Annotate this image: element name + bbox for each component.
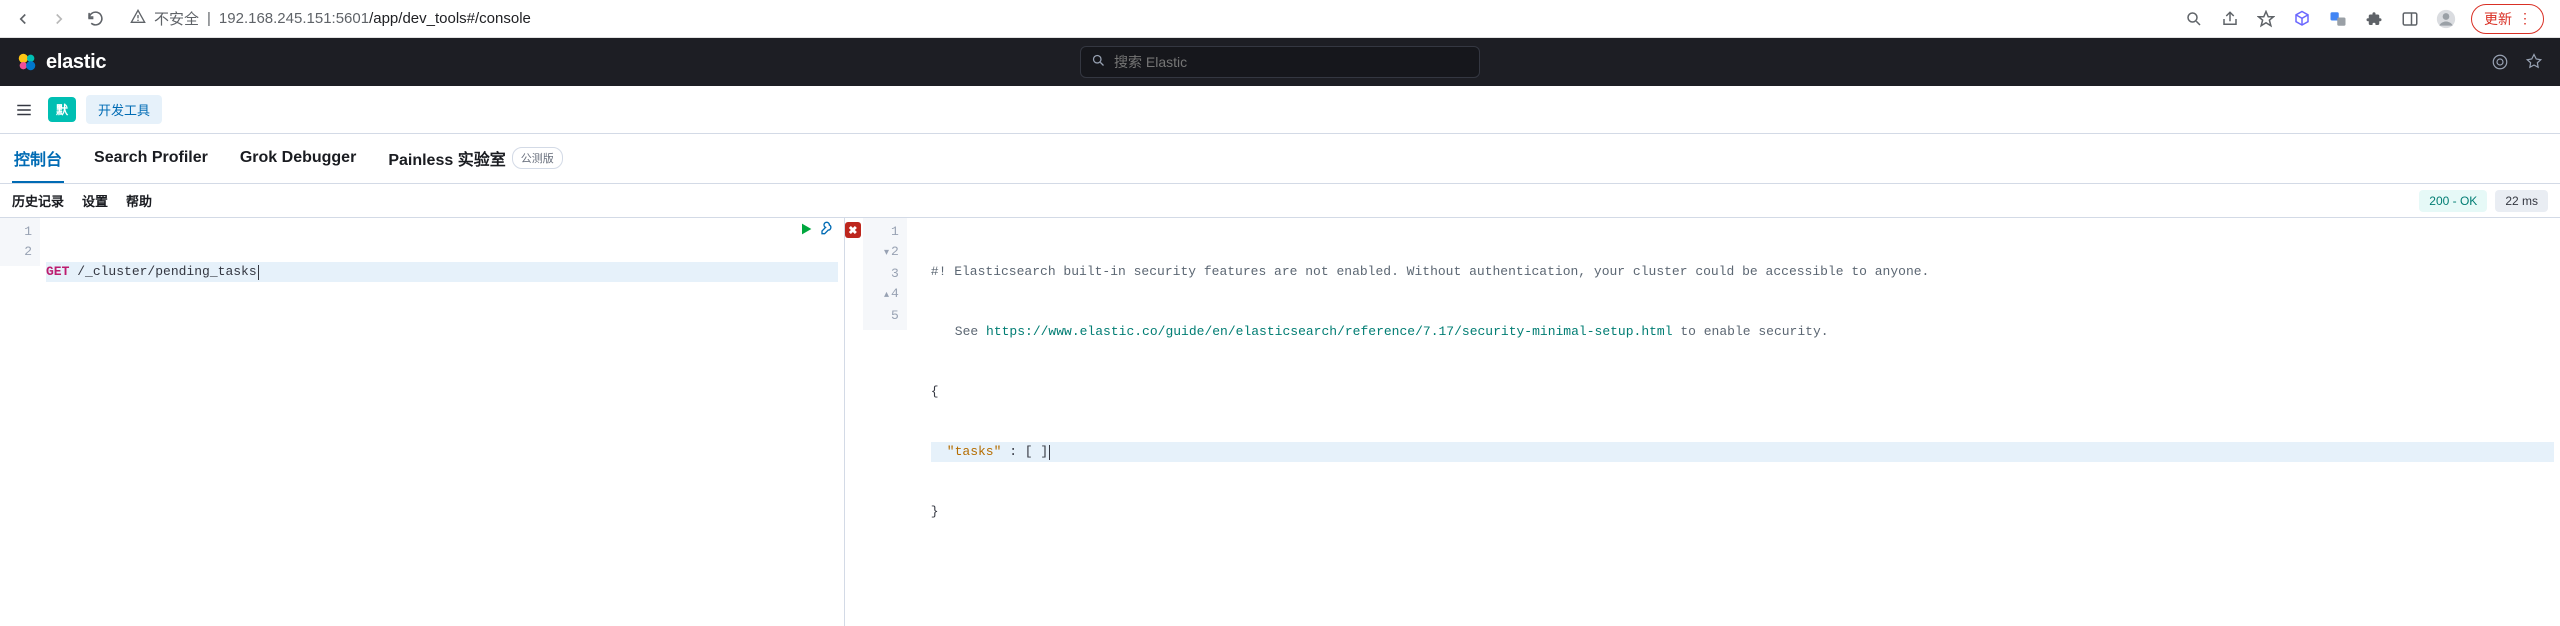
text-caret [1049, 445, 1050, 460]
request-gutter: 1 2 [0, 218, 40, 266]
space-badge[interactable]: 默 [48, 97, 76, 122]
response-line-2: { [931, 382, 2554, 402]
send-request-button[interactable] [798, 221, 814, 240]
zoom-icon[interactable] [2183, 8, 2205, 30]
response-gutter: 1 ▾2 3 ▴4 5 [863, 218, 907, 330]
request-editor-pane[interactable]: 1 2 GET /_cluster/pending_tasks [0, 218, 845, 626]
global-search-input[interactable] [1114, 54, 1469, 70]
elastic-logo[interactable]: elastic [16, 51, 106, 74]
browser-back-button[interactable] [10, 6, 36, 32]
history-link[interactable]: 历史记录 [12, 191, 64, 210]
elastic-mark-icon [16, 51, 38, 73]
response-viewer-pane[interactable]: ✖ 1 ▾2 3 ▴4 5 #! Elasticsearch built-in … [845, 218, 2560, 626]
profile-avatar-icon[interactable] [2435, 8, 2457, 30]
tab-painless-lab[interactable]: Painless 实验室 公测版 [386, 134, 564, 183]
address-url: 192.168.245.151:5601/app/dev_tools#/cons… [219, 10, 531, 27]
response-line-3: "tasks" : [ ] [931, 442, 2554, 462]
kebab-icon: ⋮ [2518, 10, 2531, 27]
search-icon [1091, 53, 1106, 71]
response-line-1: #! Elasticsearch built-in security featu… [931, 262, 2554, 282]
beta-badge: 公测版 [512, 147, 563, 169]
insecure-label: 不安全 [154, 8, 199, 29]
sidebar-toggle-icon[interactable] [2399, 8, 2421, 30]
help-link[interactable]: 帮助 [126, 191, 152, 210]
browser-address-bar[interactable]: 不安全 | 192.168.245.151:5601/app/dev_tools… [118, 4, 2173, 34]
deprecation-warning-icon[interactable]: ✖ [845, 222, 861, 238]
response-line-5 [931, 562, 2554, 582]
bookmark-star-icon[interactable] [2255, 8, 2277, 30]
newsfeed-icon[interactable] [2490, 52, 2510, 72]
fold-arrow-icon[interactable]: ▾ [879, 244, 889, 264]
update-label: 更新 [2484, 9, 2512, 29]
help-icon[interactable] [2524, 52, 2544, 72]
browser-reload-button[interactable] [82, 6, 108, 32]
request-line-1[interactable]: GET /_cluster/pending_tasks [46, 262, 838, 282]
response-time-badge: 22 ms [2495, 190, 2548, 212]
request-options-button[interactable] [820, 221, 836, 240]
response-line-4: } [931, 502, 2554, 522]
fold-arrow-icon[interactable]: ▴ [879, 286, 889, 306]
browser-forward-button[interactable] [46, 6, 72, 32]
tab-console[interactable]: 控制台 [12, 134, 64, 183]
settings-link[interactable]: 设置 [82, 191, 108, 210]
response-line-1b: See https://www.elastic.co/guide/en/elas… [931, 322, 2554, 342]
request-line-2[interactable] [46, 322, 838, 342]
insecure-icon [130, 9, 146, 29]
http-method: GET [46, 262, 69, 282]
global-search-box[interactable] [1080, 46, 1480, 78]
tab-search-profiler[interactable]: Search Profiler [92, 134, 210, 183]
elastic-wordmark: elastic [46, 51, 106, 74]
app-breadcrumb[interactable]: 开发工具 [86, 95, 162, 124]
address-separator: | [207, 10, 211, 27]
response-status-badge: 200 - OK [2419, 190, 2487, 212]
hamburger-menu-button[interactable] [10, 96, 38, 124]
browser-update-button[interactable]: 更新 ⋮ [2471, 4, 2544, 34]
text-caret [258, 265, 259, 280]
extensions-puzzle-icon[interactable] [2363, 8, 2385, 30]
extension-cube-icon[interactable] [2291, 8, 2313, 30]
tab-grok-debugger[interactable]: Grok Debugger [238, 134, 358, 183]
translate-icon[interactable] [2327, 8, 2349, 30]
share-icon[interactable] [2219, 8, 2241, 30]
request-path: /_cluster/pending_tasks [77, 262, 256, 282]
